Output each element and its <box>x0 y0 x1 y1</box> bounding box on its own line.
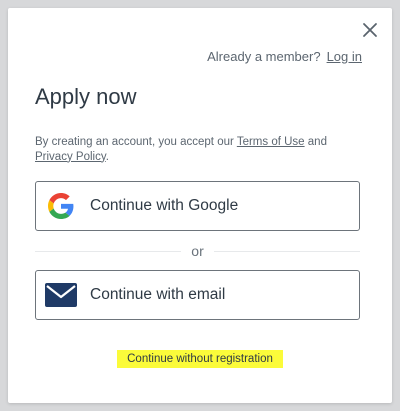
or-divider: or <box>35 243 361 259</box>
skip-registration-row: Continue without registration <box>8 349 392 368</box>
modal-title: Apply now <box>35 84 137 109</box>
terms-suffix: . <box>105 150 109 163</box>
login-link[interactable]: Log in <box>327 49 362 64</box>
divider-line-right <box>213 250 361 252</box>
member-prompt: Already a member? <box>207 49 321 64</box>
continue-with-google-button[interactable]: Continue with Google <box>35 181 360 231</box>
member-row: Already a member? Log in <box>207 49 362 64</box>
close-button[interactable] <box>362 22 378 38</box>
continue-with-email-button[interactable]: Continue with email <box>35 270 360 320</box>
apply-modal: Already a member? Log in Apply now By cr… <box>8 8 392 403</box>
close-icon <box>363 23 377 37</box>
envelope-icon <box>44 278 78 312</box>
terms-prefix: By creating an account, you accept our <box>35 136 234 148</box>
continue-without-registration-link[interactable]: Continue without registration <box>117 350 283 368</box>
terms-text: By creating an account, you accept our T… <box>35 135 365 164</box>
divider-line-left <box>35 250 182 252</box>
google-button-label: Continue with Google <box>90 197 239 214</box>
terms-and: and <box>307 136 327 148</box>
terms-of-use-link[interactable]: Terms of Use <box>237 136 305 148</box>
google-icon <box>44 189 78 223</box>
privacy-policy-link[interactable]: Privacy Policy <box>35 151 106 163</box>
email-button-label: Continue with email <box>90 286 226 303</box>
or-text: or <box>191 243 204 259</box>
